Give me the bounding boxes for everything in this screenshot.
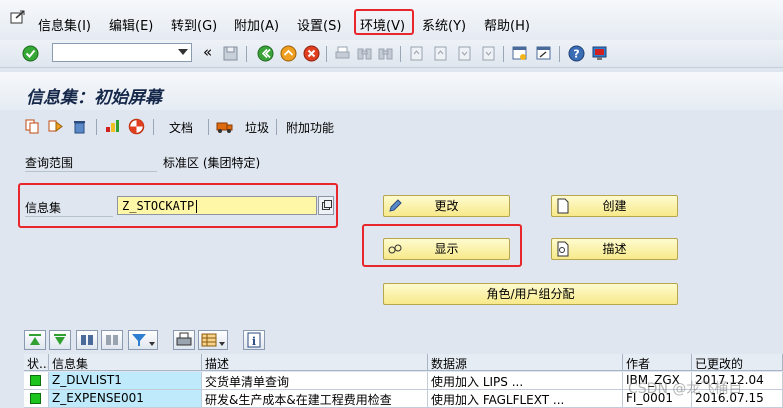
table-row-datasource[interactable]: 使用加入 FAGLFLEXT ... [428,390,623,408]
print-icon[interactable] [334,45,351,62]
trash-button[interactable]: 垃圾 [245,119,269,136]
info-icon[interactable]: i [243,330,265,350]
table-row-description[interactable]: 研发&生产成本&在建工程费用检查 [202,390,428,408]
command-dropdown-icon[interactable] [178,49,188,55]
next-page-icon[interactable] [456,45,473,62]
find-next-list-icon[interactable] [101,330,123,350]
shortcut-icon[interactable] [535,45,552,62]
cancel-icon[interactable] [303,45,320,62]
find-icon[interactable] [356,45,373,62]
list-toolbar: i [24,330,724,352]
status-green-icon [30,393,41,404]
status-green-icon [30,375,41,386]
back-icon[interactable] [257,45,274,62]
check-infoset-icon[interactable] [104,118,121,135]
last-page-icon[interactable] [480,45,497,62]
menu-system[interactable]: 系统(Y) [422,15,466,34]
rename-icon[interactable] [47,118,64,135]
standard-toolbar: « ? [0,40,783,68]
new-session-icon[interactable] [511,45,528,62]
find-list-icon[interactable] [76,330,98,350]
filter-icon[interactable] [128,330,158,350]
watermark: CSDN @龙飞桶目 [628,381,743,397]
enter-check-icon[interactable] [22,45,39,62]
collapse-icon[interactable]: « [203,43,212,61]
column-header-infoset[interactable]: 信息集 [49,354,202,371]
highlight-box-display [362,224,522,267]
menu-extras[interactable]: 附加(A) [234,15,279,34]
column-header-status[interactable]: 状... [24,354,49,371]
column-header-datasource[interactable]: 数据源 [428,354,623,371]
svg-text:i: i [252,335,256,348]
help-icon[interactable]: ? [568,45,585,62]
trash-truck-icon[interactable] [216,118,233,135]
exit-icon[interactable] [280,45,297,62]
application-toolbar [0,112,783,140]
documents-button[interactable]: 文档 [169,119,193,136]
menu-edit[interactable]: 编辑(E) [109,15,153,34]
highlight-box-environment [354,9,414,35]
new-document-icon [557,198,569,214]
describe-button[interactable]: 描述 [551,238,678,260]
sort-descending-icon[interactable] [49,330,71,350]
sort-ascending-icon[interactable] [24,330,46,350]
column-header-description[interactable]: 描述 [202,354,428,371]
column-header-author[interactable]: 作者 [623,354,692,371]
table-row-description[interactable]: 交货单清单查询 [202,372,428,390]
save-icon[interactable] [222,45,239,62]
command-field[interactable] [52,43,192,62]
query-area-label: 查询范围 [25,156,74,170]
document-search-icon [557,241,569,257]
page-title: 信息集：初始屏幕 [26,88,162,108]
table-row-infoset[interactable]: Z_DLVLIST1 [49,372,202,390]
table-row-status[interactable] [24,372,49,390]
svg-text:?: ? [573,48,579,61]
menu-help[interactable]: 帮助(H) [484,15,530,34]
pencil-icon [389,199,402,212]
table-row-status[interactable] [24,390,49,408]
delete-icon[interactable] [71,118,88,135]
column-header-changed[interactable]: 已更改的 [692,354,783,371]
table-row-datasource[interactable]: 使用加入 LIPS ... [428,372,623,390]
menu-settings[interactable]: 设置(S) [297,15,341,34]
app-menu-icon[interactable] [10,10,26,24]
change-button[interactable]: 更改 [383,195,510,217]
previous-page-icon[interactable] [432,45,449,62]
copy-icon[interactable] [24,118,41,135]
menu-goto[interactable]: 转到(G) [171,15,217,34]
menu-infoset[interactable]: 信息集(I) [38,15,91,34]
extras-button[interactable]: 附加功能 [286,119,334,136]
query-area-value: 标准区 (集团特定) [163,156,261,170]
first-page-icon[interactable] [408,45,425,62]
customize-layout-icon[interactable] [591,45,608,62]
table-row-infoset[interactable]: Z_EXPENSE001 [49,390,202,408]
role-assignment-button[interactable]: 角色/用户组分配 [383,283,678,305]
print-list-icon[interactable] [173,330,195,350]
find-next-icon[interactable] [377,45,394,62]
generate-icon[interactable] [128,118,145,135]
highlight-box-infoset [18,183,338,228]
layout-icon[interactable] [198,330,228,350]
create-button[interactable]: 创建 [551,195,678,217]
